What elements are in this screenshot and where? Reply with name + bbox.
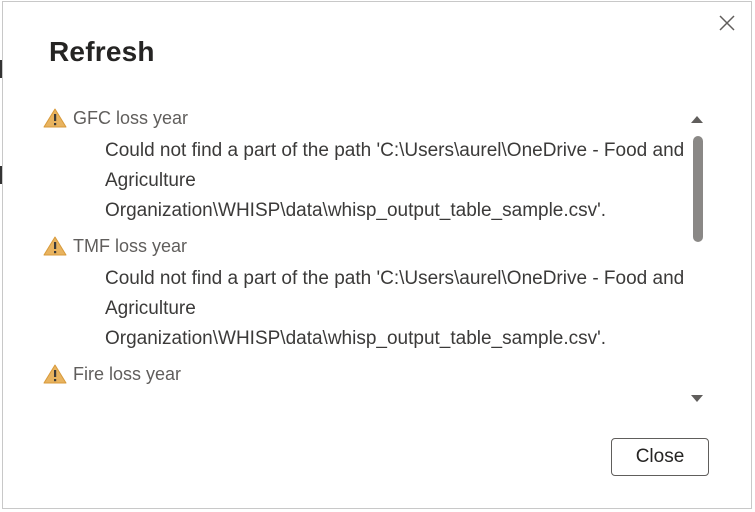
- warning-icon: [43, 364, 69, 384]
- scroll-down-arrow-icon[interactable]: [687, 392, 707, 406]
- error-source-name: TMF loss year: [73, 235, 188, 256]
- error-item: GFC loss year Could not find a part of t…: [43, 108, 685, 226]
- error-source-name: GFC loss year: [73, 108, 189, 128]
- vertical-scrollbar[interactable]: [687, 108, 707, 410]
- warning-icon: [43, 236, 69, 256]
- error-source-name: Fire loss year: [73, 363, 182, 384]
- error-item: Fire loss year: [43, 364, 683, 384]
- error-message: Could not find a part of the path 'C:\Us…: [105, 140, 685, 221]
- refresh-dialog: Refresh GFC loss year Could not find a p…: [2, 1, 752, 509]
- dialog-title: Refresh: [49, 36, 155, 67]
- warning-icon: [43, 108, 69, 128]
- error-message: Could not find a part of the path 'C:\Us…: [105, 268, 685, 349]
- close-icon[interactable]: [717, 13, 737, 33]
- error-list[interactable]: GFC loss year Could not find a part of t…: [43, 108, 707, 410]
- close-button[interactable]: Close: [611, 438, 709, 476]
- scroll-up-arrow-icon[interactable]: [687, 112, 707, 126]
- scrollbar-thumb[interactable]: [693, 136, 703, 242]
- error-item: TMF loss year Could not find a part of t…: [43, 235, 685, 354]
